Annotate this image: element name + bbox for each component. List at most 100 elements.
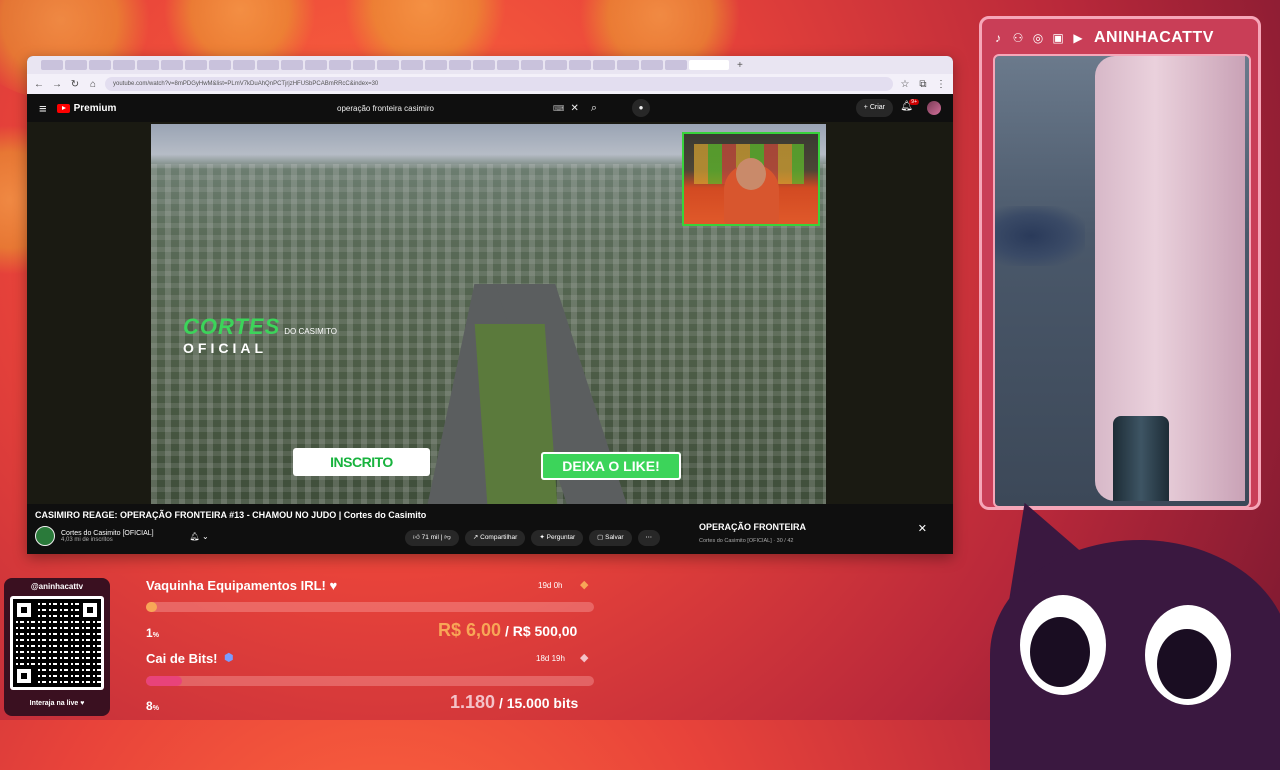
browser-tab[interactable] xyxy=(593,60,615,70)
like-overlay: DEIXA O LIKE! xyxy=(541,452,681,480)
star-icon[interactable]: ☆ xyxy=(899,79,911,90)
extensions-icon[interactable]: ⧉ xyxy=(917,79,929,90)
browser-tab[interactable] xyxy=(113,60,135,70)
chair-base xyxy=(1113,416,1169,501)
browser-tab[interactable] xyxy=(137,60,159,70)
browser-tab[interactable] xyxy=(65,60,87,70)
browser-tab[interactable] xyxy=(449,60,471,70)
qr-eye xyxy=(79,599,101,621)
browser-tab[interactable] xyxy=(161,60,183,70)
channel-row: Cortes do Casimito [OFICIAL] 4,03 mi de … xyxy=(35,526,209,546)
goal-1-separator: / xyxy=(504,623,509,639)
bits-icon: ⬢ xyxy=(224,652,234,664)
menu-dots-icon[interactable]: ⋮ xyxy=(935,79,947,90)
goal-1-current: R$ 6,00 xyxy=(438,620,502,640)
cat-pupil-right xyxy=(1157,629,1217,699)
browser-tab[interactable] xyxy=(425,60,447,70)
goal-2-progress-fill xyxy=(146,676,182,686)
video-actions: 👍︎ 71 mil | 👎︎ ↗ Compartilhar ✦ Pergunta… xyxy=(405,530,661,546)
like-count: 71 mil xyxy=(421,534,439,541)
user-avatar[interactable] xyxy=(927,101,941,115)
channel-avatar[interactable] xyxy=(35,526,55,546)
browser-tab[interactable] xyxy=(257,60,279,70)
youtube-logo[interactable]: Premium xyxy=(56,102,117,114)
video-player[interactable]: CORTES DO CASIMITO OFICIAL INSCRITO DEIXA… xyxy=(151,124,826,504)
browser-tab[interactable] xyxy=(545,60,567,70)
browser-tab[interactable] xyxy=(89,60,111,70)
browser-tab[interactable] xyxy=(281,60,303,70)
watermark-cortes: CORTES xyxy=(183,314,281,339)
cat-mascot xyxy=(970,485,1280,770)
discord-icon: ⚇ xyxy=(1012,31,1024,45)
channel-watermark: CORTES DO CASIMITO OFICIAL xyxy=(183,314,337,356)
goal-1-percent: 1% xyxy=(146,626,159,640)
keyboard-icon[interactable]: ⌨ xyxy=(553,104,565,113)
search-input[interactable]: operação fronteira casimiro xyxy=(337,104,553,113)
browser-window: + ← → ↻ ⌂ youtube.com/watch?v=8mPDGyHwM&… xyxy=(27,56,953,554)
goal-2-percent: 8% xyxy=(146,699,159,713)
share-button[interactable]: ↗ Compartilhar xyxy=(464,530,526,546)
cat-eye-left xyxy=(1020,595,1106,695)
youtube-icon: ▶ xyxy=(1073,31,1083,45)
create-button[interactable]: + Criar xyxy=(855,99,893,117)
clear-search-icon[interactable]: ✕ xyxy=(570,103,578,114)
save-button[interactable]: ▢ Salvar xyxy=(589,530,632,546)
youtube-header: ≡ Premium operação fronteira casimiro ⌨ … xyxy=(27,94,953,122)
browser-tab[interactable] xyxy=(665,60,687,70)
goal-1-title: Vaquinha Equipamentos IRL! ♥ xyxy=(146,578,338,593)
goal-2-time: 18d 19h xyxy=(536,654,565,663)
playlist-title[interactable]: OPERAÇÃO FRONTEIRA xyxy=(699,522,806,532)
browser-tab[interactable] xyxy=(305,60,327,70)
notification-badge: 9+ xyxy=(909,99,919,105)
browser-tab[interactable] xyxy=(209,60,231,70)
back-icon[interactable]: ← xyxy=(33,79,45,90)
browser-tab[interactable] xyxy=(353,60,375,70)
browser-tab[interactable] xyxy=(377,60,399,70)
browser-tab[interactable] xyxy=(41,60,63,70)
browser-tab-active[interactable] xyxy=(689,60,729,70)
video-title: CASIMIRO REAGE: OPERAÇÃO FRONTEIRA #13 -… xyxy=(35,510,427,520)
forward-icon[interactable]: → xyxy=(51,79,63,90)
reload-icon[interactable]: ↻ xyxy=(69,79,81,90)
browser-tab[interactable] xyxy=(521,60,543,70)
more-actions-button[interactable]: ⋯ xyxy=(637,530,661,546)
channel-name[interactable]: Cortes do Casimito [OFICIAL] xyxy=(61,530,154,537)
goal-2-target: 15.000 bits xyxy=(506,695,579,711)
new-tab-button[interactable]: + xyxy=(737,60,743,71)
hamburger-menu-icon[interactable]: ≡ xyxy=(39,101,47,116)
search-icon[interactable]: ⌕ xyxy=(591,102,597,115)
watermark-oficial: OFICIAL xyxy=(183,340,267,356)
youtube-play-icon xyxy=(56,103,70,113)
home-icon[interactable]: ⌂ xyxy=(87,79,99,90)
watermark-do: DO CASIMITO xyxy=(284,327,338,336)
streamer-handle: ANINHACATTV xyxy=(1094,29,1214,46)
close-icon[interactable]: ✕ xyxy=(918,522,927,535)
qr-card: @aninhacattv Interaja na live ♥ xyxy=(4,578,110,716)
browser-tab[interactable] xyxy=(233,60,255,70)
instagram-icon: ◎ xyxy=(1032,31,1044,45)
goal-1-time: 19d 0h xyxy=(538,581,563,590)
qr-footer: Interaja na live ♥ xyxy=(29,700,85,707)
goal-1-amount: R$ 6,00 / R$ 500,00 xyxy=(438,620,577,641)
goal-1-icon: ◆ xyxy=(580,579,589,591)
premium-label: Premium xyxy=(73,102,117,114)
webcam-frame: ♪ ⚇ ◎ ▣ ▶ ANINHACATTV xyxy=(979,16,1261,510)
browser-tab[interactable] xyxy=(401,60,423,70)
subscribe-bell-icon[interactable]: 🔔︎ ⌄ xyxy=(190,532,209,541)
address-bar[interactable]: youtube.com/watch?v=8mPDGyHwM&list=PLmV7… xyxy=(105,77,893,91)
goal-1-progress-bar xyxy=(146,602,594,612)
browser-tab[interactable] xyxy=(497,60,519,70)
browser-tab[interactable] xyxy=(641,60,663,70)
microphone-icon[interactable]: ● xyxy=(632,99,650,117)
goal-2-progress-bar xyxy=(146,676,594,686)
like-button[interactable]: 👍︎ 71 mil | 👎︎ xyxy=(405,530,459,546)
social-header: ♪ ⚇ ◎ ▣ ▶ ANINHACATTV xyxy=(990,29,1214,47)
browser-tab[interactable] xyxy=(617,60,639,70)
browser-tab[interactable] xyxy=(473,60,495,70)
browser-tab[interactable] xyxy=(329,60,351,70)
search-box[interactable]: operação fronteira casimiro ⌨ ✕ ⌕ xyxy=(337,99,597,117)
goal-1-percent-unit: % xyxy=(152,632,159,639)
ask-button[interactable]: ✦ Perguntar xyxy=(531,530,584,546)
browser-tab[interactable] xyxy=(185,60,207,70)
browser-tab[interactable] xyxy=(569,60,591,70)
